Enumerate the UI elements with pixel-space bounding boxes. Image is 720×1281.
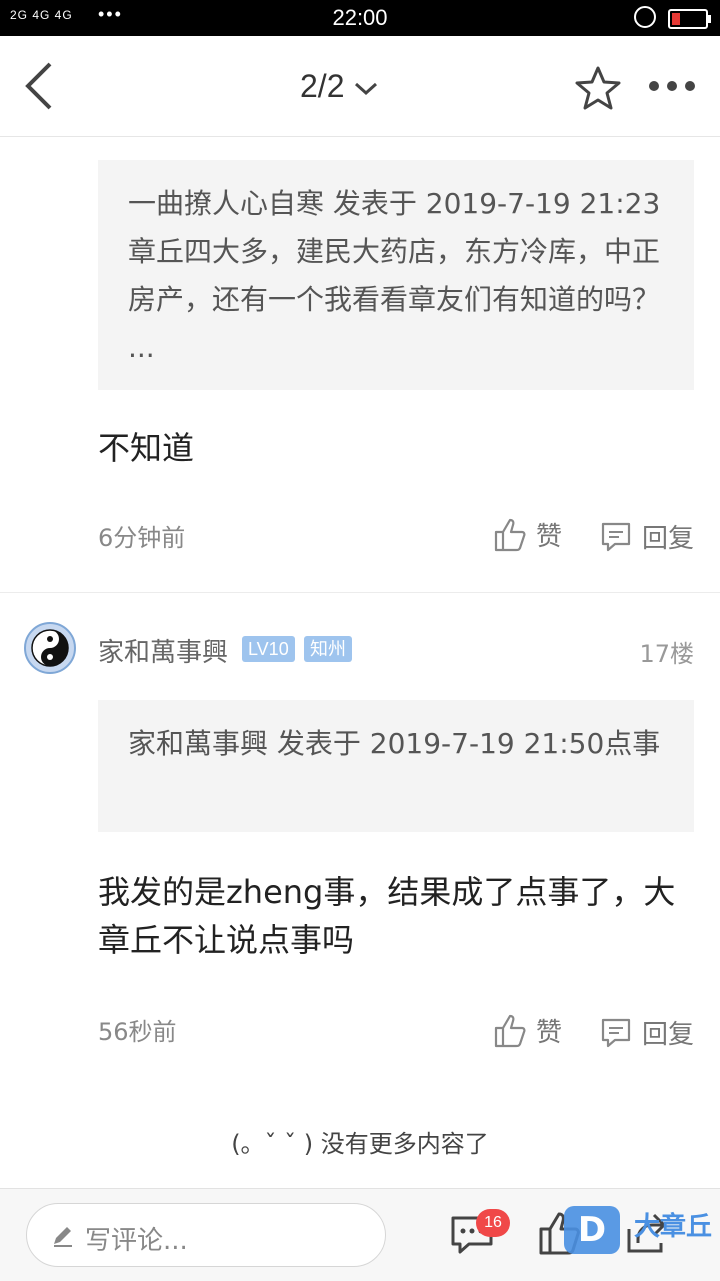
reply-button[interactable]: 回复 [600, 518, 694, 555]
quoted-post: 一曲撩人心自寒 发表于 2019-7-19 21:23章丘四大多，建民大药店，东… [98, 160, 694, 390]
post-time: 56秒前 [98, 1018, 177, 1046]
level-badge: LV10 [242, 636, 295, 662]
brand-logo: D [564, 1206, 620, 1254]
reply-label: 回复 [642, 524, 695, 554]
thumbs-up-icon [494, 1014, 526, 1047]
reply-icon [601, 1018, 631, 1047]
page-selector[interactable]: 2/2 [300, 68, 378, 105]
like-label: 赞 [536, 522, 563, 552]
like-label: 赞 [536, 1018, 563, 1048]
reply-label: 回复 [642, 1020, 695, 1050]
post-body: 我发的是zheng事，结果成了点事了，大章丘不让说点事吗 [98, 873, 676, 959]
avatar[interactable] [24, 622, 76, 674]
comment-count-badge: 16 [476, 1209, 510, 1237]
back-icon[interactable] [20, 58, 70, 114]
battery-icon [668, 9, 711, 29]
brand-watermark: D 大章丘 [564, 1200, 714, 1260]
favorite-star-icon[interactable] [574, 64, 622, 112]
thumbs-up-icon [494, 518, 526, 551]
rank-badge: 知州 [304, 636, 352, 662]
post-body: 不知道 [98, 429, 195, 467]
like-button[interactable]: 赞 [494, 516, 562, 553]
reply-button[interactable]: 回复 [600, 1014, 694, 1051]
more-options-icon[interactable] [646, 76, 698, 96]
comment-placeholder: 写评论... [85, 1226, 188, 1256]
floor-number: 17楼 [639, 640, 694, 668]
top-nav-bar: 2/2 [0, 36, 720, 137]
status-bar: 2G 4G 4G ••• 22:00 [0, 0, 720, 36]
alarm-icon [634, 6, 656, 28]
chevron-down-icon [355, 82, 378, 95]
comment-input[interactable]: 写评论... [26, 1203, 386, 1267]
quoted-post: 家和萬事興 发表于 2019-7-19 21:50点事 [98, 700, 694, 832]
brand-name: 大章丘 [634, 1212, 713, 1242]
status-time: 22:00 [332, 5, 388, 30]
no-more-content: (。ˇ ˇ ) 没有更多内容了 [231, 1130, 489, 1158]
page-indicator: 2/2 [300, 68, 345, 104]
reply-icon [601, 522, 631, 551]
divider [0, 592, 720, 593]
username[interactable]: 家和萬事興 [98, 632, 228, 669]
yin-yang-icon [31, 629, 69, 667]
pencil-icon [54, 1227, 72, 1247]
like-button[interactable]: 赞 [494, 1012, 562, 1049]
post-time: 6分钟前 [98, 524, 186, 552]
